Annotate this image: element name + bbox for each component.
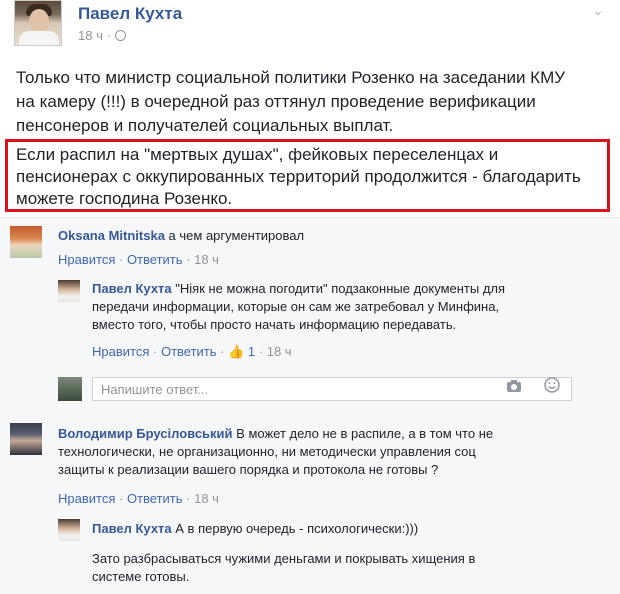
- comment-actions: Нравится · Ответить · 18 ч: [58, 491, 219, 506]
- reply-text: А в первую очередь - психологически:))): [171, 521, 419, 536]
- reply-link[interactable]: Ответить: [127, 491, 183, 506]
- post-text: Только что министр социальной политики Р…: [16, 66, 612, 138]
- post-line: Только что министр социальной политики Р…: [16, 68, 566, 87]
- reply-placeholder: Напишите ответ...: [101, 382, 209, 397]
- post-header: Павел Кухта 18 ч ·: [14, 0, 614, 50]
- reply-body: Павел Кухта А в первую очередь - психоло…: [92, 520, 592, 586]
- post-timestamp[interactable]: 18 ч: [78, 28, 103, 43]
- highlight-line: пенсионерах с оккупированных территорий …: [16, 167, 581, 186]
- commenter-avatar[interactable]: [10, 226, 42, 258]
- globe-icon: [115, 30, 127, 41]
- comment-author[interactable]: Володимир Брусіловський: [58, 426, 233, 441]
- like-link[interactable]: Нравится: [58, 252, 115, 267]
- highlight-text: Если распил на "мертвых душах", фейковых…: [16, 144, 612, 210]
- reply-line: передачи информации, которые он сам же з…: [92, 299, 500, 314]
- reply-author[interactable]: Павел Кухта: [92, 521, 172, 536]
- reply-actions: Нравится · Ответить · 👍 1 · 18 ч: [92, 344, 292, 360]
- post-line: на камеру (!!!) в очередной раз оттянул …: [16, 92, 536, 111]
- reply-body: Павел Кухта "Ніяк не можна погодити" под…: [92, 280, 592, 334]
- thumbs-up-icon[interactable]: 👍: [228, 344, 244, 360]
- comment-time[interactable]: 18 ч: [194, 252, 219, 267]
- highlight-line: можете господина Розенко.: [16, 189, 233, 208]
- reply-line: системе готовы.: [92, 569, 190, 584]
- comment-time[interactable]: 18 ч: [194, 491, 219, 506]
- like-link[interactable]: Нравится: [92, 344, 149, 359]
- like-count[interactable]: 1: [248, 344, 255, 359]
- reply-line: "Ніяк не можна погодити" подзаконные док…: [171, 281, 506, 296]
- comment-body: Oksana Mitnitska а чем аргументировал: [58, 227, 598, 245]
- comment-line: технологически, не организационно, ни ме…: [58, 444, 476, 459]
- reply-line: Зато разбрасываться чужими деньгами и по…: [92, 551, 476, 566]
- reply-link[interactable]: Ответить: [161, 344, 217, 359]
- like-link[interactable]: Нравится: [58, 491, 115, 506]
- comment-text: а чем аргументировал: [164, 228, 305, 243]
- reply-author[interactable]: Павел Кухта: [92, 281, 172, 296]
- commenter-avatar[interactable]: [10, 423, 42, 455]
- current-user-avatar: [58, 377, 82, 401]
- reply-input[interactable]: Напишите ответ...: [92, 377, 572, 401]
- comments-area: Oksana Mitnitska а чем аргументировал Нр…: [0, 217, 620, 594]
- reply-line: вместо того, чтобы просто начать информа…: [92, 317, 457, 332]
- chevron-down-icon[interactable]: ⌄: [592, 2, 604, 19]
- emoji-icon[interactable]: [544, 377, 560, 397]
- comment-body: Володимир Брусіловський В может дело не …: [58, 425, 603, 479]
- post-meta: 18 ч ·: [78, 28, 127, 43]
- author-avatar[interactable]: [14, 0, 62, 46]
- reply-avatar[interactable]: [58, 280, 80, 302]
- comment-line: В может дело не в распиле, а в том что н…: [232, 426, 494, 441]
- comment-line: защиты к реализации вашего порядка и про…: [58, 462, 439, 477]
- comment-author[interactable]: Oksana Mitnitska: [58, 228, 165, 243]
- camera-icon[interactable]: [506, 379, 522, 397]
- post-author-name[interactable]: Павел Кухта: [78, 4, 182, 24]
- highlight-line: Если распил на "мертвых душах", фейковых…: [16, 145, 499, 164]
- reply-time[interactable]: 18 ч: [267, 344, 292, 359]
- reply-link[interactable]: Ответить: [127, 252, 183, 267]
- reply-avatar[interactable]: [58, 519, 80, 541]
- comment-actions: Нравится · Ответить · 18 ч: [58, 252, 219, 267]
- post-line: пенсонеров и получателей социальных выпл…: [16, 116, 394, 135]
